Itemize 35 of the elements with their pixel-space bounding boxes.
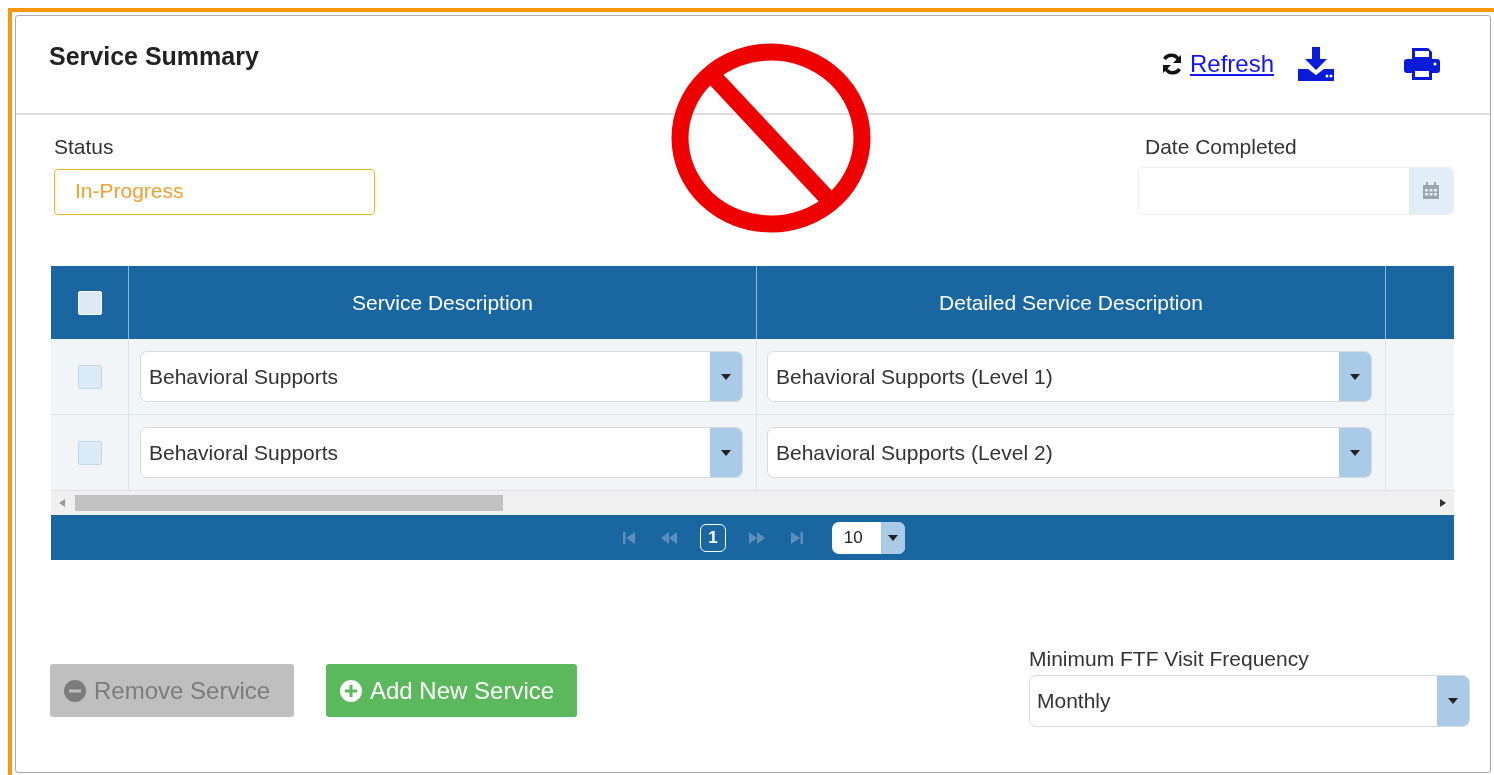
- refresh-link[interactable]: Refresh: [1189, 49, 1278, 78]
- plus-circle-icon: [340, 679, 362, 702]
- column-header: Service Description: [352, 290, 533, 315]
- dropdown-field[interactable]: Monthly: [1029, 675, 1470, 727]
- panel-title: Service Summary: [49, 42, 259, 71]
- calendar-icon[interactable]: [1422, 182, 1440, 200]
- download-icon[interactable]: [1298, 46, 1334, 81]
- caret-icon: [1350, 373, 1360, 380]
- prohibited-icon: [671, 43, 871, 233]
- scroll-left-icon[interactable]: [59, 499, 65, 507]
- page-button[interactable]: 1: [700, 523, 726, 552]
- scroll-right-icon[interactable]: [1440, 499, 1446, 507]
- dropdown-field[interactable]: Behavioral Supports: [140, 351, 743, 402]
- caret-icon: [1448, 698, 1458, 704]
- minus-circle-icon: [64, 679, 86, 702]
- dropdown-field[interactable]: Behavioral Supports: [140, 427, 743, 478]
- field-label: Date Completed: [1145, 135, 1298, 159]
- caret-icon: [721, 449, 731, 456]
- horizontal-scrollbar[interactable]: [51, 491, 1454, 515]
- caret-icon: [887, 534, 898, 541]
- pager-nav-icon[interactable]: [747, 529, 766, 546]
- date-field[interactable]: [1138, 167, 1454, 215]
- field-label: Minimum FTF Visit Frequency: [1029, 647, 1310, 671]
- checkbox[interactable]: [77, 440, 102, 465]
- pager-nav-icon[interactable]: [660, 529, 679, 546]
- checkbox[interactable]: [77, 364, 102, 389]
- page-size-select[interactable]: 10: [831, 521, 905, 554]
- column-header: Detailed Service Description: [939, 290, 1203, 315]
- dropdown-field[interactable]: Behavioral Supports (Level 2): [767, 427, 1372, 478]
- caret-icon: [721, 373, 731, 380]
- print-icon[interactable]: [1404, 47, 1440, 80]
- field-label: Status: [54, 135, 115, 159]
- caret-icon: [1350, 449, 1360, 456]
- dropdown-field[interactable]: Behavioral Supports (Level 1): [767, 351, 1372, 402]
- status-field: In-Progress: [54, 169, 375, 215]
